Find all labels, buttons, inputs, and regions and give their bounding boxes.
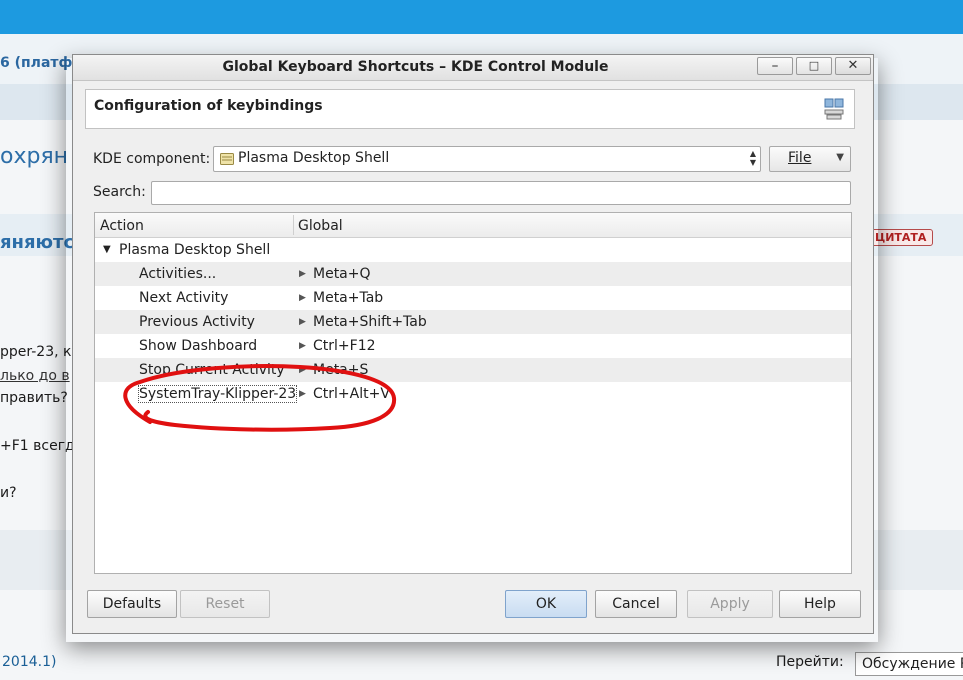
window-title: Global Keyboard Shortcuts – KDE Control … bbox=[222, 59, 609, 75]
updown-icon: ▲ ▼ bbox=[749, 149, 756, 167]
table-row[interactable]: Previous Activity ▶ Meta+Shift+Tab bbox=[95, 310, 851, 334]
defaults-button[interactable]: Defaults bbox=[87, 590, 177, 618]
expand-triangle-icon[interactable]: ▼ bbox=[103, 244, 111, 255]
action-name: Previous Activity bbox=[139, 314, 255, 330]
module-title: Configuration of keybindings bbox=[94, 98, 323, 114]
table-row[interactable]: Next Activity ▶ Meta+Tab bbox=[95, 286, 851, 310]
shortcut-value: Meta+S bbox=[313, 362, 369, 378]
maximize-button[interactable]: □ bbox=[796, 57, 832, 75]
component-label: KDE component: bbox=[93, 151, 211, 167]
folder-icon bbox=[220, 153, 234, 165]
column-action[interactable]: Action bbox=[100, 218, 144, 234]
reset-button[interactable]: Reset bbox=[180, 590, 270, 618]
ok-button[interactable]: OK bbox=[505, 590, 587, 618]
title-bar[interactable]: Global Keyboard Shortcuts – KDE Control … bbox=[73, 55, 873, 81]
page-top-bar bbox=[0, 0, 963, 34]
column-separator bbox=[293, 215, 294, 235]
shortcut-value: Meta+Tab bbox=[313, 290, 384, 306]
action-name: Activities... bbox=[139, 266, 217, 282]
shortcut-value: Ctrl+F12 bbox=[313, 338, 376, 354]
help-button[interactable]: Help bbox=[779, 590, 861, 618]
chevron-down-icon: ▼ bbox=[836, 152, 844, 163]
shortcut-value: Meta+Shift+Tab bbox=[313, 314, 427, 330]
table-row[interactable]: Show Dashboard ▶ Ctrl+F12 bbox=[95, 334, 851, 358]
goto-label: Перейти: bbox=[776, 654, 844, 670]
footer-version: 2014.1) bbox=[2, 654, 57, 670]
action-name: Next Activity bbox=[139, 290, 229, 306]
component-value: Plasma Desktop Shell bbox=[238, 150, 390, 166]
expand-arrow-icon[interactable]: ▶ bbox=[299, 269, 306, 279]
breadcrumb-fragment[interactable]: 6 (платф bbox=[0, 55, 72, 71]
expand-arrow-icon[interactable]: ▶ bbox=[299, 293, 306, 303]
table-row[interactable]: SystemTray-Klipper-23 ▶ Ctrl+Alt+V bbox=[95, 382, 851, 406]
parent-label: Plasma Desktop Shell bbox=[119, 242, 271, 258]
goto-select[interactable]: Обсуждение R bbox=[855, 652, 963, 676]
expand-arrow-icon[interactable]: ▶ bbox=[299, 389, 306, 399]
post-text-line: править? bbox=[0, 390, 68, 406]
search-label: Search: bbox=[93, 184, 146, 200]
keyboard-config-icon bbox=[824, 98, 844, 120]
module-header: Configuration of keybindings bbox=[85, 89, 855, 129]
table-row[interactable]: Activities... ▶ Meta+Q bbox=[95, 262, 851, 286]
shortcut-value: Meta+Q bbox=[313, 266, 371, 282]
expand-arrow-icon[interactable]: ▶ bbox=[299, 317, 306, 327]
tree-header: Action Global bbox=[95, 213, 851, 238]
column-global[interactable]: Global bbox=[298, 218, 343, 234]
action-name: Show Dashboard bbox=[139, 338, 258, 354]
cancel-button[interactable]: Cancel bbox=[595, 590, 677, 618]
kde-dialog: Global Keyboard Shortcuts – KDE Control … bbox=[72, 54, 874, 634]
shortcuts-tree[interactable]: Action Global ▼ Plasma Desktop Shell Act… bbox=[94, 212, 852, 574]
post-text-link[interactable]: лько до в bbox=[0, 368, 70, 384]
post-text-line: +F1 всегд bbox=[0, 438, 75, 454]
table-row[interactable]: Stop Current Activity ▶ Meta+S bbox=[95, 358, 851, 382]
expand-arrow-icon[interactable]: ▶ bbox=[299, 341, 306, 351]
shortcut-value: Ctrl+Alt+V bbox=[313, 386, 390, 402]
search-input[interactable] bbox=[151, 181, 851, 205]
file-menu-button[interactable]: File ▼ bbox=[769, 146, 851, 172]
action-name: Stop Current Activity bbox=[139, 362, 285, 378]
tree-parent-row[interactable]: ▼ Plasma Desktop Shell bbox=[95, 238, 851, 262]
apply-button[interactable]: Apply bbox=[687, 590, 773, 618]
post-text-line: и? bbox=[0, 485, 17, 501]
component-select[interactable]: Plasma Desktop Shell ▲ ▼ bbox=[213, 146, 761, 172]
file-label: File bbox=[788, 150, 812, 166]
minimize-button[interactable]: ⎯ bbox=[757, 57, 793, 75]
action-name: SystemTray-Klipper-23 bbox=[137, 385, 298, 403]
expand-arrow-icon[interactable]: ▶ bbox=[299, 365, 306, 375]
post-text-line: pper-23, к bbox=[0, 344, 72, 360]
page-heading-fragment: охрян bbox=[0, 144, 69, 169]
close-button[interactable]: ✕ bbox=[835, 57, 871, 75]
post-title-fragment[interactable]: яняютс bbox=[0, 232, 74, 253]
